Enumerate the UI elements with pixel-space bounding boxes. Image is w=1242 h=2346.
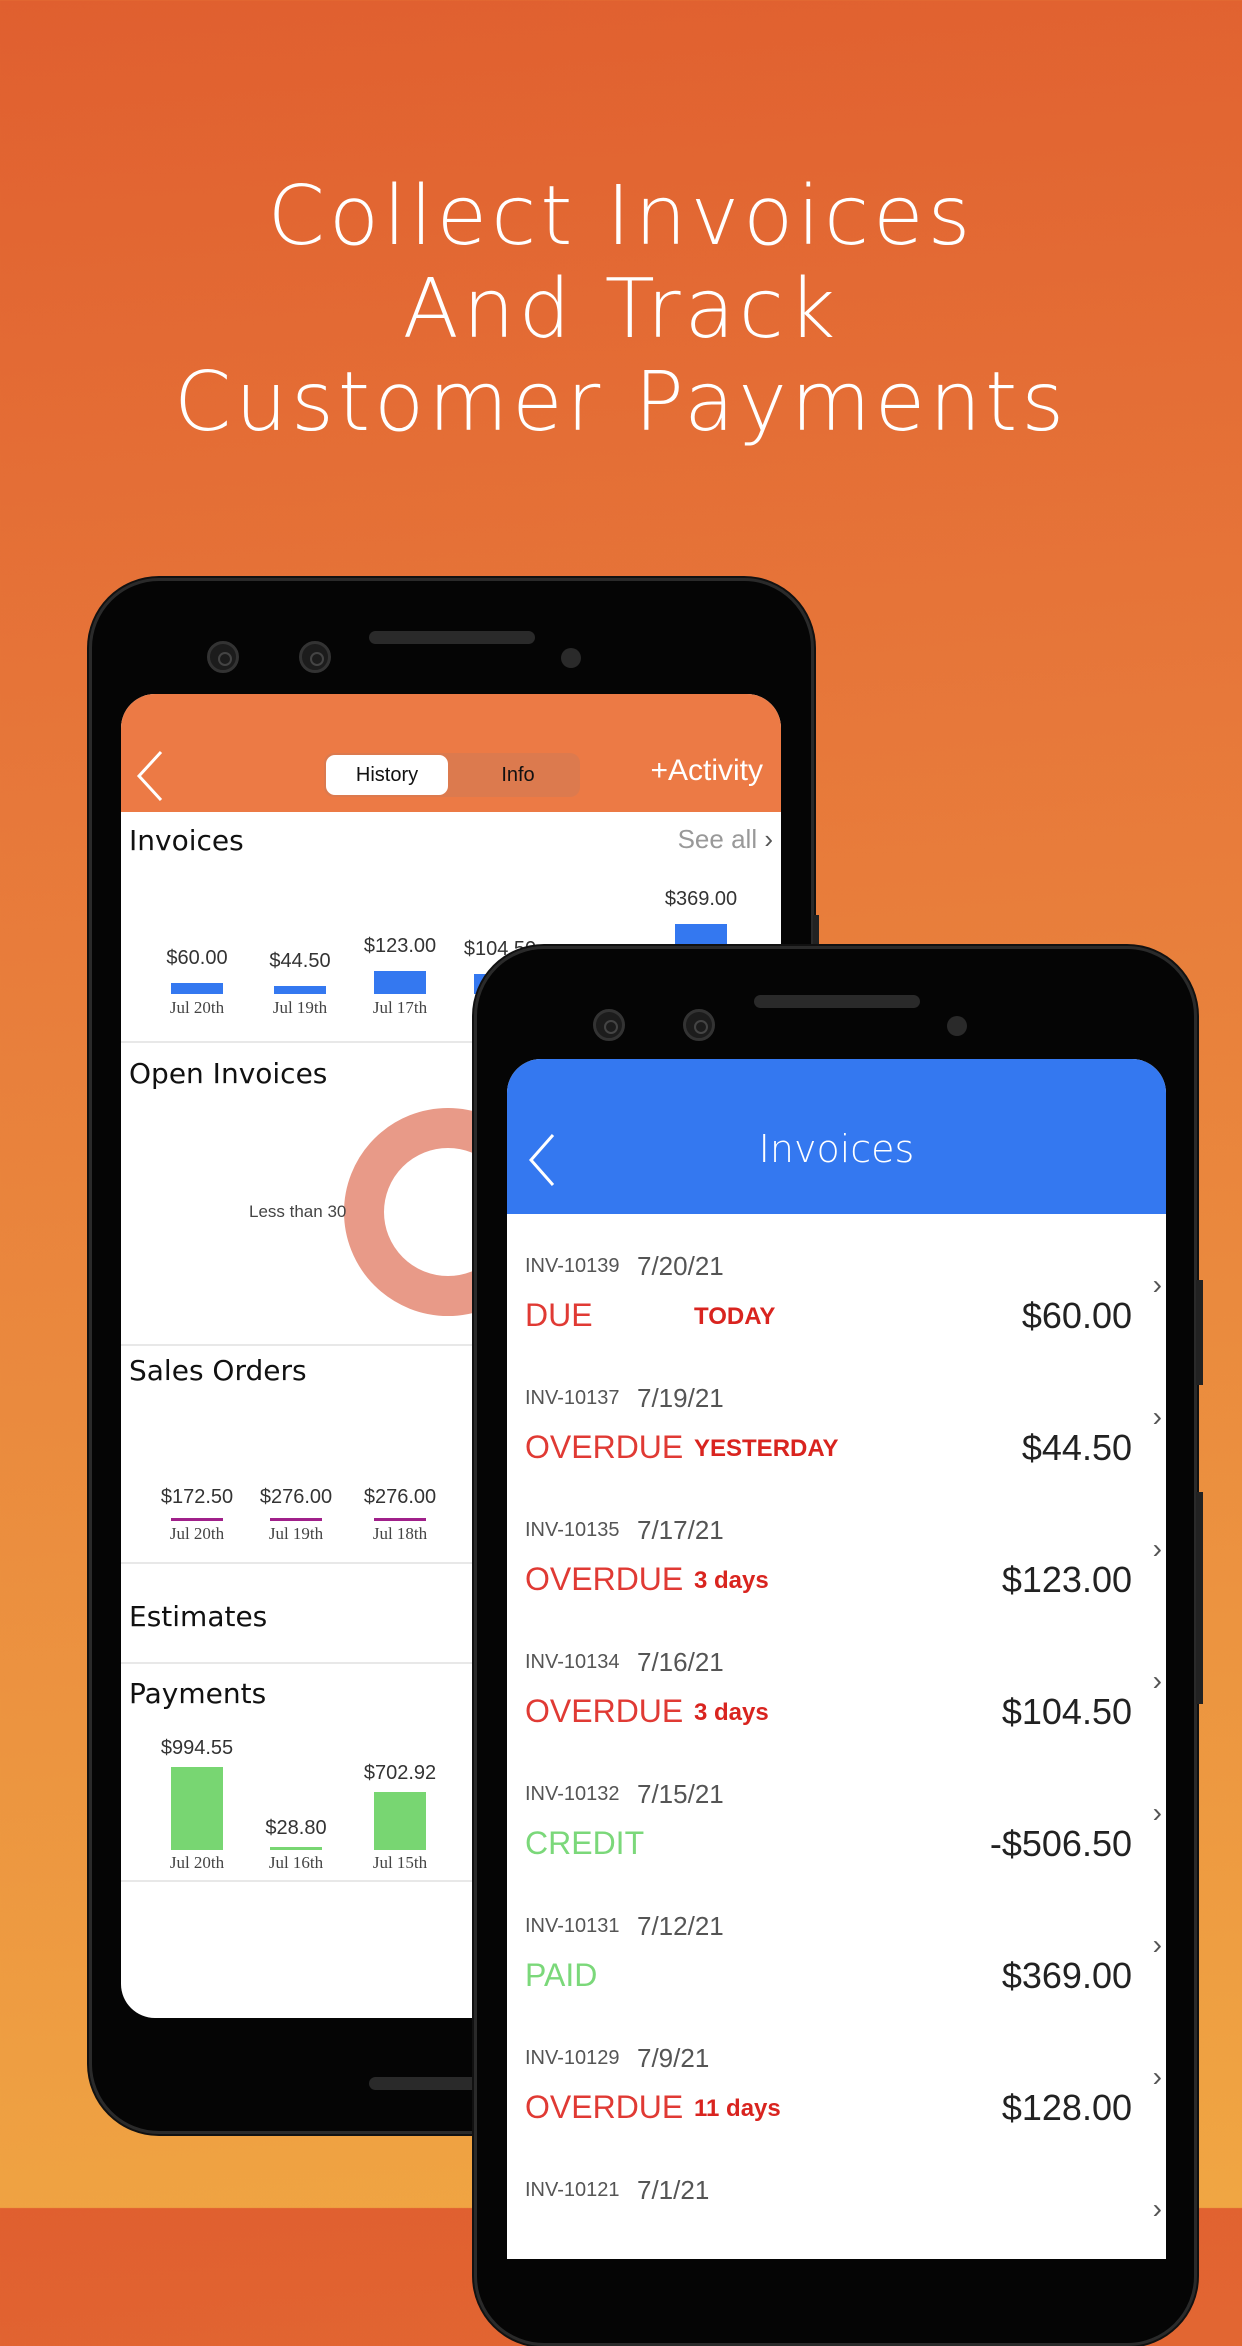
invoice-amount: $60.00 xyxy=(1021,1295,1132,1336)
invoice-row[interactable]: INV-10134 7/16/21 OVERDUE 3 days $104.50 › xyxy=(507,1647,1166,1783)
payment-value-label: $994.55 xyxy=(160,1737,234,1760)
chevron-right-icon[interactable]: › xyxy=(1153,1665,1162,1697)
invoice-status-detail: TODAY xyxy=(694,1303,776,1330)
chevron-right-icon[interactable]: › xyxy=(1153,2193,1162,2225)
invoice-amount: -$506.50 xyxy=(989,1823,1132,1864)
invoice-status-detail: 3 days xyxy=(694,1567,769,1594)
invoice-date: 7/9/21 xyxy=(637,2043,710,2073)
invoice-id: INV-10139 xyxy=(525,1255,620,1277)
headline-line: Collect Invoices xyxy=(267,169,975,264)
invoice-id: INV-10134 xyxy=(525,1651,620,1673)
invoice-status: OVERDUE xyxy=(525,1561,684,1597)
speaker-grille xyxy=(754,995,920,1008)
invoice-id: INV-10131 xyxy=(525,1915,620,1937)
invoice-row[interactable]: INV-10137 7/19/21 OVERDUE YESTERDAY $44.50 › xyxy=(507,1383,1166,1519)
invoice-status: OVERDUE xyxy=(525,2089,684,2125)
payment-date-label: Jul 16th xyxy=(268,1853,324,1872)
invoice-status: DUE xyxy=(525,1297,593,1333)
payment-bar[interactable] xyxy=(270,1847,322,1850)
invoice-status: CREDIT xyxy=(525,1825,645,1861)
camera-icon xyxy=(299,641,331,673)
speaker-grille xyxy=(369,631,535,644)
chevron-right-icon[interactable]: › xyxy=(1153,1797,1162,1829)
sensor-dot xyxy=(947,1016,967,1036)
invoice-id: INV-10137 xyxy=(525,1387,620,1409)
invoice-date: 7/17/21 xyxy=(637,1515,724,1545)
chevron-right-icon[interactable]: › xyxy=(1153,1269,1162,1301)
invoice-status-detail: YESTERDAY xyxy=(694,1435,839,1462)
invoice-date: 7/16/21 xyxy=(637,1647,724,1677)
invoice-status: OVERDUE xyxy=(525,1429,684,1465)
invoice-row[interactable]: INV-10121 7/1/21 › xyxy=(507,2175,1166,2259)
invoice-date: 7/15/21 xyxy=(637,1779,724,1809)
invoice-status-detail: 3 days xyxy=(694,1699,769,1726)
invoice-date: 7/19/21 xyxy=(637,1383,724,1413)
chevron-right-icon[interactable]: › xyxy=(1153,1533,1162,1565)
invoice-amount: $128.00 xyxy=(1001,2087,1132,2128)
invoice-row[interactable]: INV-10139 7/20/21 DUE TODAY $60.00 › xyxy=(507,1251,1166,1387)
headline: Collect Invoices And Track Customer Paym… xyxy=(0,170,1242,449)
invoice-date: 7/20/21 xyxy=(637,1251,724,1281)
invoice-amount: $369.00 xyxy=(1001,1955,1132,1996)
right-phone-screen: Invoices INV-10139 7/20/21 DUE TODAY $60.00 ›… xyxy=(507,1059,1166,2259)
payment-date-label: Jul 20th xyxy=(169,1853,225,1872)
header-bar: Invoices xyxy=(507,1059,1166,1214)
invoice-row[interactable]: INV-10132 7/15/21 CREDIT -$506.50 › xyxy=(507,1779,1166,1915)
chevron-right-icon[interactable]: › xyxy=(1153,1929,1162,1961)
payment-value-label: $702.92 xyxy=(363,1761,437,1784)
invoice-status-detail: 11 days xyxy=(694,2095,781,2122)
invoice-id: INV-10135 xyxy=(525,1519,620,1541)
headline-line: And Track xyxy=(402,262,840,357)
invoice-amount: $123.00 xyxy=(1001,1559,1132,1600)
sensor-dot xyxy=(561,648,581,668)
invoice-date: 7/1/21 xyxy=(637,2175,710,2205)
payment-value-label: $28.80 xyxy=(265,1817,327,1839)
payment-bar[interactable] xyxy=(171,1767,223,1850)
invoice-id: INV-10132 xyxy=(525,1783,620,1805)
payment-date-label: Jul 15th xyxy=(372,1853,428,1872)
invoice-id: INV-10121 xyxy=(525,2179,620,2201)
invoice-row[interactable]: INV-10131 7/12/21 PAID $369.00 › xyxy=(507,1911,1166,2047)
invoice-status: OVERDUE xyxy=(525,1693,684,1729)
invoice-amount: $44.50 xyxy=(1021,1427,1132,1468)
camera-icon xyxy=(207,641,239,673)
side-button xyxy=(813,915,819,945)
invoice-date: 7/12/21 xyxy=(637,1911,724,1941)
invoice-id: INV-10129 xyxy=(525,2047,620,2069)
invoice-row[interactable]: INV-10129 7/9/21 OVERDUE 11 days $128.00 › xyxy=(507,2043,1166,2179)
invoice-amount: $104.50 xyxy=(1001,1691,1132,1732)
camera-icon xyxy=(593,1009,625,1041)
invoice-status: PAID xyxy=(525,1957,598,1993)
payment-bar[interactable] xyxy=(374,1791,426,1850)
chevron-right-icon[interactable]: › xyxy=(1153,2061,1162,2093)
chevron-right-icon[interactable]: › xyxy=(1153,1401,1162,1433)
power-button xyxy=(1196,1280,1203,1385)
page-title: Invoices xyxy=(758,1127,915,1171)
invoice-list: INV-10139 7/20/21 DUE TODAY $60.00 › INV-10137… xyxy=(507,1251,1166,2259)
invoice-row[interactable]: INV-10135 7/17/21 OVERDUE 3 days $123.00 › xyxy=(507,1515,1166,1651)
headline-line: Customer Payments xyxy=(173,355,1069,450)
camera-icon xyxy=(683,1009,715,1041)
volume-button xyxy=(1196,1492,1203,1704)
